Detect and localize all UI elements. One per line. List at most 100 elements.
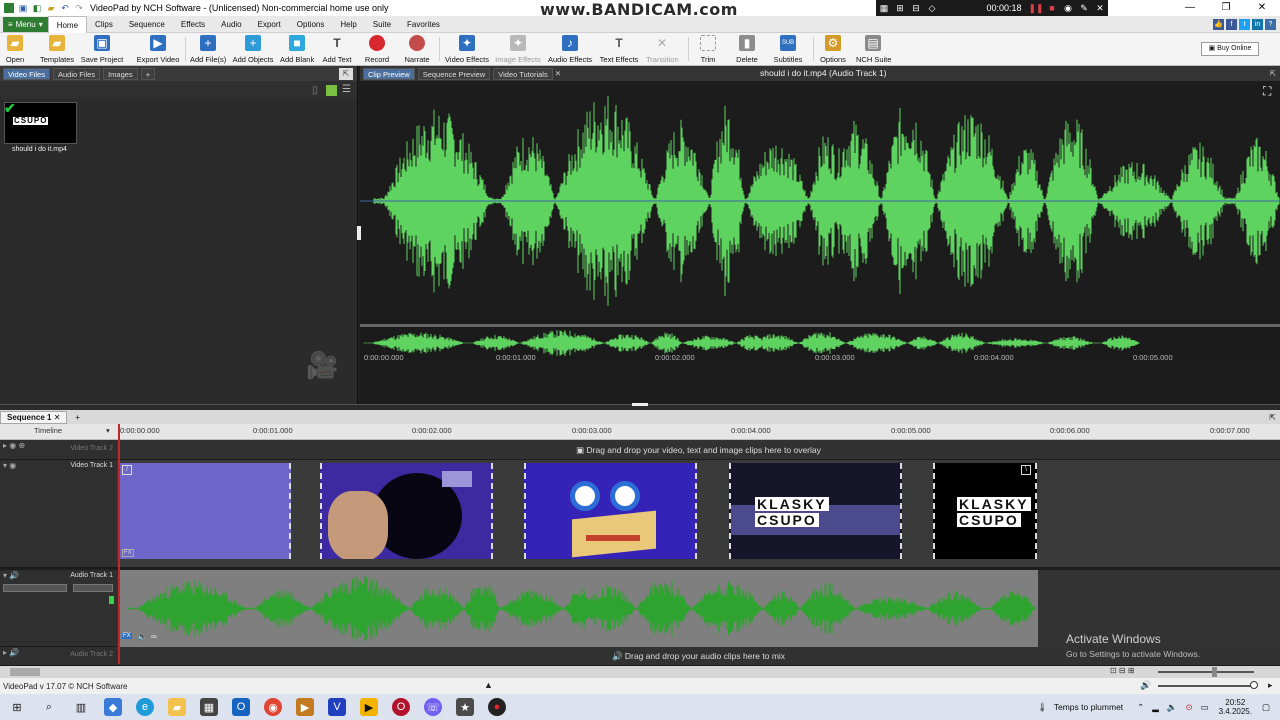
subtitles-button[interactable]: SUB Subtitles bbox=[773, 35, 803, 65]
add-files-button[interactable]: + Add File(s) bbox=[190, 35, 226, 65]
widgets-icon[interactable]: ◆ bbox=[104, 698, 122, 716]
task-view-icon[interactable]: ▥ bbox=[72, 698, 90, 716]
tab-sequence-1[interactable]: Sequence 1 ✕ bbox=[0, 410, 68, 424]
stop-icon[interactable]: ■ bbox=[1044, 3, 1060, 13]
tab-sequence-preview[interactable]: Sequence Preview bbox=[417, 67, 491, 80]
media-player-icon[interactable]: ▶ bbox=[360, 698, 378, 716]
transition-marker-icon[interactable]: \ bbox=[1021, 465, 1031, 475]
record-button[interactable]: Record bbox=[364, 35, 390, 65]
folder-icon[interactable] bbox=[326, 85, 337, 96]
undock-icon[interactable]: ⇱ bbox=[1269, 413, 1276, 422]
minimize-icon[interactable]: — bbox=[1172, 0, 1208, 16]
recorder-close-icon[interactable]: ✕ bbox=[1092, 3, 1108, 14]
linkedin-icon[interactable]: in bbox=[1252, 18, 1263, 30]
recorder-window-icon[interactable]: ⊞ bbox=[892, 3, 908, 14]
audio-effects-button[interactable]: ♪ Audio Effects bbox=[548, 35, 592, 65]
scroll-right-icon[interactable]: ▸ bbox=[1268, 680, 1273, 691]
text-effects-button[interactable]: T Text Effects bbox=[598, 35, 640, 65]
fx-icon[interactable]: FX bbox=[122, 549, 134, 557]
bandicam-taskbar-icon[interactable]: ● bbox=[488, 698, 506, 716]
menu-tab-sequence[interactable]: Sequence bbox=[121, 16, 173, 33]
opera-icon[interactable]: O bbox=[392, 698, 410, 716]
volume-slider[interactable] bbox=[3, 584, 67, 592]
notification-icon[interactable]: ▢ bbox=[1262, 702, 1270, 713]
like-icon[interactable]: 👍 bbox=[1213, 18, 1224, 30]
video-clip[interactable] bbox=[320, 463, 493, 559]
camera-icon[interactable]: ◉ bbox=[1060, 3, 1076, 14]
pan-slider[interactable] bbox=[73, 584, 113, 592]
speaker-tray-icon[interactable]: 🔈 bbox=[1167, 702, 1178, 713]
fx-icon[interactable]: FX bbox=[122, 633, 132, 639]
export-video-button[interactable]: ▶ Export Video bbox=[136, 35, 180, 65]
buy-online-button[interactable]: ▣ Buy Online bbox=[1201, 42, 1259, 56]
panel-splitter[interactable] bbox=[357, 226, 361, 240]
pause-icon[interactable]: ❚❚ bbox=[1028, 3, 1044, 14]
menu-tab-options[interactable]: Options bbox=[289, 16, 333, 33]
timeline-dropdown-icon[interactable]: ▾ bbox=[106, 426, 110, 435]
video-clip[interactable]: / FX bbox=[118, 463, 291, 559]
master-volume-slider[interactable] bbox=[1158, 685, 1254, 687]
menu-tab-favorites[interactable]: Favorites bbox=[399, 16, 448, 33]
splitter-handle[interactable] bbox=[632, 403, 648, 406]
video-clip[interactable] bbox=[524, 463, 697, 559]
trim-button[interactable]: Trim bbox=[698, 35, 718, 65]
link-icon[interactable]: ∞ bbox=[151, 632, 157, 641]
tab-images[interactable]: Images bbox=[103, 67, 138, 80]
menu-tab-effects[interactable]: Effects bbox=[173, 16, 213, 33]
close-icon[interactable]: ✕ bbox=[1244, 0, 1280, 16]
facebook-icon[interactable]: f bbox=[1226, 18, 1237, 30]
main-menu-button[interactable]: ≡ Menu ▾ bbox=[3, 16, 48, 32]
open-quick-icon[interactable]: ▰ bbox=[46, 3, 56, 13]
expand-up-icon[interactable]: ▲ bbox=[484, 680, 493, 690]
store-icon[interactable]: ▦ bbox=[200, 698, 218, 716]
templates-button[interactable]: ▰ Templates bbox=[40, 35, 74, 65]
maximize-icon[interactable]: ❐ bbox=[1208, 0, 1244, 16]
save-project-button[interactable]: ▣ Save Project bbox=[80, 35, 124, 65]
battery-icon[interactable]: ▭ bbox=[1201, 702, 1209, 713]
redo-icon[interactable]: ↷ bbox=[74, 3, 84, 13]
menu-tab-export[interactable]: Export bbox=[250, 16, 289, 33]
undock-icon[interactable]: ⇱ bbox=[1270, 69, 1276, 78]
help-icon[interactable]: ? bbox=[1265, 18, 1276, 30]
file-explorer-icon[interactable]: ▰ bbox=[168, 698, 186, 716]
chrome-icon[interactable]: ◉ bbox=[264, 698, 282, 716]
nch-suite-button[interactable]: ▤ NCH Suite bbox=[856, 35, 891, 65]
search-icon[interactable]: ⌕ bbox=[40, 698, 58, 716]
tab-video-files[interactable]: Video Files bbox=[3, 67, 50, 80]
volume-icon[interactable]: 🔊 bbox=[1140, 680, 1151, 691]
close-tab-icon[interactable]: ✕ bbox=[555, 69, 561, 78]
menu-tab-clips[interactable]: Clips bbox=[87, 16, 121, 33]
tab-add[interactable]: + bbox=[140, 67, 156, 80]
undo-icon[interactable]: ↶ bbox=[60, 3, 70, 13]
zoom-slider[interactable] bbox=[1158, 671, 1254, 673]
tab-clip-preview[interactable]: Clip Preview bbox=[363, 67, 415, 80]
menu-tab-suite[interactable]: Suite bbox=[365, 16, 399, 33]
close-sequence-icon[interactable]: ✕ bbox=[54, 413, 61, 422]
tab-video-tutorials[interactable]: Video Tutorials bbox=[493, 67, 553, 80]
pen-icon[interactable]: ✎ bbox=[1076, 3, 1092, 14]
vpn-app-icon[interactable]: V bbox=[328, 698, 346, 716]
image-effects-button[interactable]: ✦ Image Effects bbox=[495, 35, 541, 65]
outlook-icon[interactable]: O bbox=[232, 698, 250, 716]
new-quick-icon[interactable]: ◧ bbox=[32, 3, 42, 13]
tray-chevron-icon[interactable]: ⌃ bbox=[1137, 702, 1144, 713]
videopad-taskbar-icon[interactable]: ★ bbox=[456, 698, 474, 716]
windows-start-icon[interactable]: ⊞ bbox=[8, 698, 26, 716]
add-text-button[interactable]: T Add Text bbox=[321, 35, 353, 65]
add-sequence-icon[interactable]: + bbox=[75, 413, 80, 422]
record-tray-icon[interactable]: ⊙ bbox=[1185, 702, 1192, 713]
network-icon[interactable]: ▂ bbox=[1152, 702, 1159, 713]
weather-text[interactable]: Temps to plummet bbox=[1054, 702, 1123, 712]
transition-button[interactable]: ✕ Transition bbox=[646, 35, 679, 65]
video-effects-button[interactable]: ✦ Video Effects bbox=[445, 35, 489, 65]
speaker-icon[interactable]: 🔈 bbox=[137, 632, 147, 641]
recorder-drop-icon[interactable]: ◇ bbox=[924, 3, 940, 14]
track-expand-icon[interactable]: ▸ 🔊 bbox=[3, 648, 19, 657]
save-quick-icon[interactable]: ▣ bbox=[18, 3, 28, 13]
narrate-button[interactable]: Narrate bbox=[402, 35, 432, 65]
add-objects-button[interactable]: + Add Objects bbox=[232, 35, 274, 65]
video-track-1[interactable]: / FX KLASKY CSUPO KLASKY CSUPO \ bbox=[117, 460, 1280, 568]
fullscreen-icon[interactable]: ⛶ bbox=[1263, 84, 1271, 99]
view-list-icon[interactable]: ☰ bbox=[342, 84, 351, 95]
zoom-fit-icon[interactable]: ⊡ ⊟ ⊞ bbox=[1110, 666, 1135, 675]
